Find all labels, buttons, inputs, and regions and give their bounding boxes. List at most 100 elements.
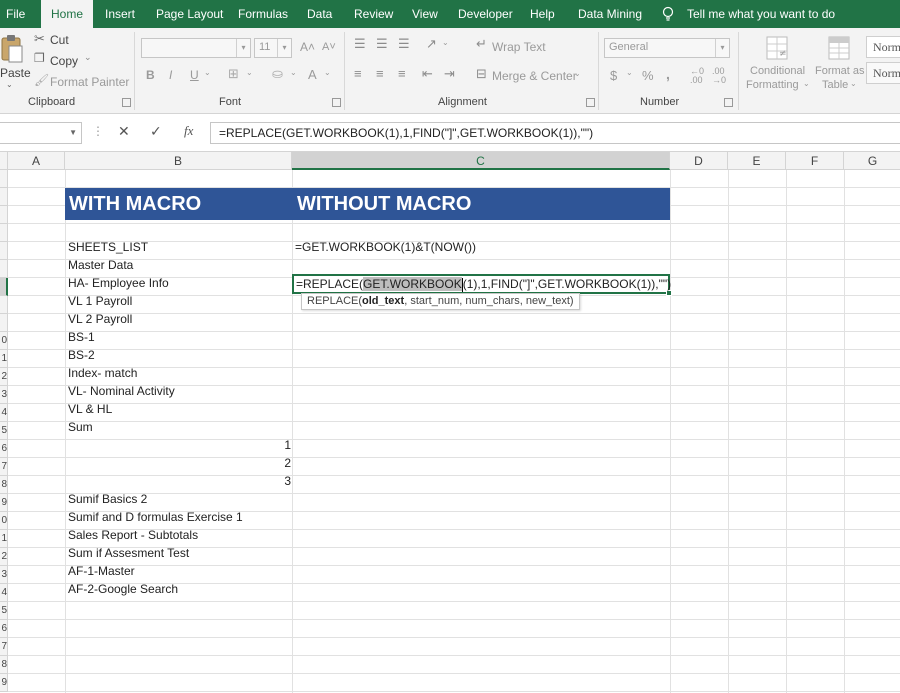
row-header[interactable] bbox=[0, 224, 8, 242]
column-header-d[interactable]: D bbox=[670, 152, 728, 170]
lightbulb-icon[interactable] bbox=[662, 6, 674, 22]
row-header[interactable]: 3 bbox=[0, 386, 8, 404]
cut-button[interactable]: Cut bbox=[50, 33, 69, 47]
sheet-list-item[interactable]: 1 bbox=[65, 436, 291, 454]
sheet-list-item[interactable]: Index- match bbox=[68, 364, 137, 382]
row-header[interactable] bbox=[0, 278, 8, 296]
sheet-list-item[interactable]: Master Data bbox=[68, 256, 133, 274]
sheet-list-item[interactable]: BS-2 bbox=[68, 346, 95, 364]
row-header[interactable]: 9 bbox=[0, 494, 8, 512]
sheet-list-item[interactable]: Sumif Basics 2 bbox=[68, 490, 147, 508]
row-header[interactable]: 9 bbox=[0, 674, 8, 692]
row-header[interactable] bbox=[0, 188, 8, 206]
row-header[interactable] bbox=[0, 170, 8, 188]
row-header[interactable]: 6 bbox=[0, 440, 8, 458]
font-name-combo[interactable]: ▾ bbox=[141, 38, 251, 58]
cell-edit-text[interactable]: =REPLACE(GET.WORKBOOK(1),1,FIND("]",GET.… bbox=[296, 275, 671, 293]
paste-dropdown-icon[interactable]: ⌄ bbox=[6, 80, 13, 89]
clipboard-launcher-icon[interactable] bbox=[122, 98, 131, 107]
row-header[interactable]: 7 bbox=[0, 638, 8, 656]
row-header[interactable]: 5 bbox=[0, 602, 8, 620]
scissors-icon[interactable]: ✂ bbox=[34, 31, 45, 47]
paste-label[interactable]: Paste bbox=[0, 66, 31, 80]
select-all-corner[interactable] bbox=[0, 152, 8, 170]
alignment-launcher-icon[interactable] bbox=[586, 98, 595, 107]
column-header-f[interactable]: F bbox=[786, 152, 844, 170]
format-painter-button: Format Painter bbox=[50, 75, 130, 89]
sheet-list-item[interactable]: AF-1-Master bbox=[68, 562, 135, 580]
tab-review[interactable]: Review bbox=[354, 0, 393, 28]
tooltip-current-arg: old_text bbox=[362, 295, 405, 307]
tab-file[interactable]: File bbox=[6, 0, 25, 28]
tell-me-search[interactable]: Tell me what you want to do bbox=[687, 0, 835, 28]
with-macro-header[interactable]: WITH MACRO bbox=[69, 188, 201, 220]
tab-home[interactable]: Home bbox=[41, 0, 94, 29]
column-header-c[interactable]: C bbox=[292, 152, 670, 170]
row-header[interactable]: 0 bbox=[0, 332, 8, 350]
font-size-value: 11 bbox=[259, 41, 271, 53]
row-header[interactable]: 5 bbox=[0, 422, 8, 440]
tab-formulas[interactable]: Formulas bbox=[238, 0, 288, 28]
row-header[interactable] bbox=[0, 206, 8, 224]
cancel-icon[interactable]: ✕ bbox=[118, 123, 130, 140]
tab-help[interactable]: Help bbox=[530, 0, 555, 28]
tab-data[interactable]: Data bbox=[307, 0, 332, 28]
function-tooltip[interactable]: REPLACE(old_text, start_num, num_chars, … bbox=[301, 293, 580, 310]
sheet-list-item[interactable]: SHEETS_LIST bbox=[68, 238, 148, 256]
copy-icon[interactable]: ❐ bbox=[34, 51, 45, 65]
row-header[interactable]: 4 bbox=[0, 404, 8, 422]
row-header[interactable]: 7 bbox=[0, 458, 8, 476]
paste-icon[interactable] bbox=[0, 34, 24, 64]
sheet-list-item[interactable]: VL- Nominal Activity bbox=[68, 382, 175, 400]
row-header[interactable]: 6 bbox=[0, 620, 8, 638]
sheet-list-item[interactable]: HA- Employee Info bbox=[68, 274, 169, 292]
font-size-combo[interactable]: 11 ▾ bbox=[254, 38, 292, 58]
tab-page-layout[interactable]: Page Layout bbox=[156, 0, 223, 28]
column-header-b[interactable]: B bbox=[65, 152, 292, 170]
formula-input[interactable]: =REPLACE(GET.WORKBOOK(1),1,FIND("]",GET.… bbox=[210, 122, 900, 144]
sheet-list-item[interactable]: Sum if Assesment Test bbox=[68, 544, 189, 562]
column-header-e[interactable]: E bbox=[728, 152, 786, 170]
tab-data-mining[interactable]: Data Mining bbox=[578, 0, 642, 28]
row-header[interactable]: 0 bbox=[0, 512, 8, 530]
row-header[interactable]: 4 bbox=[0, 584, 8, 602]
column-header-g[interactable]: G bbox=[844, 152, 900, 170]
row-header[interactable] bbox=[0, 260, 8, 278]
insert-function-icon[interactable]: fx bbox=[184, 123, 193, 139]
row-header[interactable]: 2 bbox=[0, 368, 8, 386]
row-header[interactable]: 1 bbox=[0, 530, 8, 548]
row-header[interactable]: 3 bbox=[0, 566, 8, 584]
sheet-list-item[interactable]: 2 bbox=[65, 454, 291, 472]
edit-suffix: (1),1,FIND("]",GET.WORKBOOK(1)),"") bbox=[462, 277, 672, 291]
row-header[interactable]: 8 bbox=[0, 476, 8, 494]
row-header[interactable] bbox=[0, 242, 8, 260]
copy-dropdown-icon[interactable]: ⌄ bbox=[84, 52, 92, 63]
sheet-list-item[interactable]: 3 bbox=[65, 472, 291, 490]
chevron-down-icon: ⌄ bbox=[290, 68, 297, 77]
copy-button[interactable]: Copy bbox=[50, 54, 78, 68]
without-macro-header[interactable]: WITHOUT MACRO bbox=[297, 188, 471, 220]
sheet-list-item[interactable]: VL & HL bbox=[68, 400, 112, 418]
sheet-list-item[interactable]: VL 2 Payroll bbox=[68, 310, 132, 328]
wrap-text-button: Wrap Text bbox=[492, 40, 546, 54]
tab-developer[interactable]: Developer bbox=[458, 0, 513, 28]
sheet-list-item[interactable]: BS-1 bbox=[68, 328, 95, 346]
sheet-list-item[interactable]: Sum bbox=[68, 418, 93, 436]
enter-check-icon[interactable]: ✓ bbox=[150, 123, 162, 140]
sheet-list-item[interactable]: AF-2-Google Search bbox=[68, 580, 178, 598]
font-launcher-icon[interactable] bbox=[332, 98, 341, 107]
tab-view[interactable]: View bbox=[412, 0, 438, 28]
number-launcher-icon[interactable] bbox=[724, 98, 733, 107]
sheet-list-item[interactable]: Sumif and D formulas Exercise 1 bbox=[68, 508, 243, 526]
row-header[interactable]: 8 bbox=[0, 656, 8, 674]
column-header-a[interactable]: A bbox=[8, 152, 65, 170]
row-header[interactable] bbox=[0, 314, 8, 332]
row-header[interactable]: 2 bbox=[0, 548, 8, 566]
row-header[interactable]: 1 bbox=[0, 350, 8, 368]
cell-c4-formula[interactable]: =GET.WORKBOOK(1)&T(NOW()) bbox=[295, 238, 476, 256]
name-box[interactable]: ▼ bbox=[0, 122, 82, 144]
row-header[interactable] bbox=[0, 296, 8, 314]
tab-insert[interactable]: Insert bbox=[105, 0, 135, 28]
sheet-list-item[interactable]: VL 1 Payroll bbox=[68, 292, 132, 310]
sheet-list-item[interactable]: Sales Report - Subtotals bbox=[68, 526, 198, 544]
